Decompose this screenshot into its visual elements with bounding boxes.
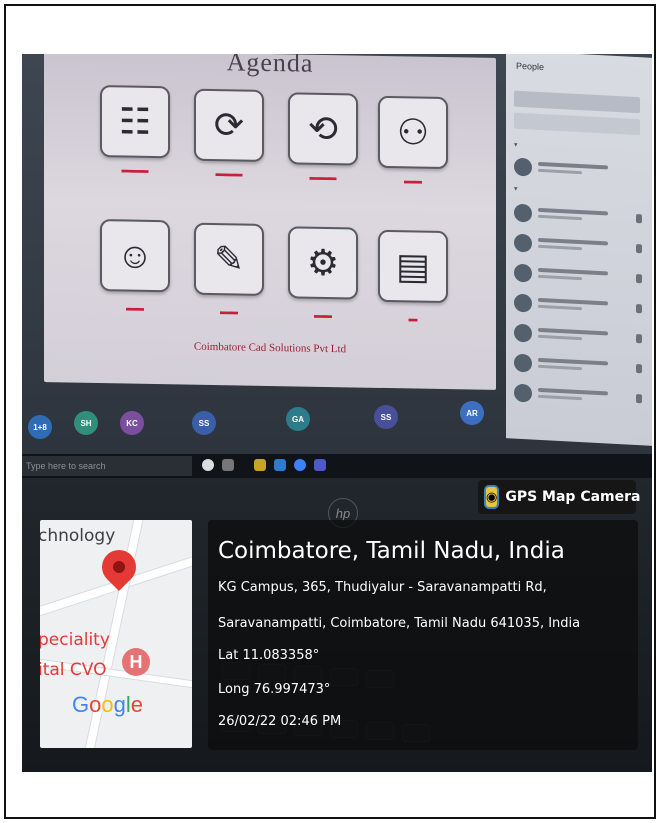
participant-avatar[interactable]: 1+8 [28,415,52,439]
laptop-screen: Agenda ☷ ⟳ ⟲ ⚇ ▬▬▬ ▬▬▬ ▬▬▬ ▬▬ ☺ ✎ ⚙ ▤ ▬▬… [22,54,652,474]
google-letter: o [101,692,114,717]
participant-row[interactable] [514,155,642,186]
folder-icon[interactable] [254,459,266,471]
latitude: Lat 11.083358° [218,648,320,663]
participant-avatar[interactable]: KC [120,411,144,435]
people-panel: People ▾ ▾ [506,54,652,446]
task-view-icon[interactable] [222,459,234,471]
case-study-icon: ▤ [378,229,448,304]
google-logo: Google [72,692,143,718]
google-letter: o [89,692,102,717]
planning-icon: ✎ [194,222,264,296]
participant-avatar[interactable]: SS [374,405,398,429]
google-letter: e [130,692,144,717]
longitude: Long 76.997473° [218,682,331,697]
team-icon: ⚇ [378,95,448,170]
presentation-slide: Agenda ☷ ⟳ ⟲ ⚇ ▬▬▬ ▬▬▬ ▬▬▬ ▬▬ ☺ ✎ ⚙ ▤ ▬▬… [44,54,496,390]
customer-icon: ☺ [100,219,170,293]
panel-section-label: ▾ [514,141,518,149]
map-thumbnail: chnology peciality ital CVO H Google [40,520,192,748]
store-icon[interactable] [274,459,286,471]
panel-title: People [516,60,545,73]
photo-frame: Agenda ☷ ⟳ ⟲ ⚇ ▬▬▬ ▬▬▬ ▬▬▬ ▬▬ ☺ ✎ ⚙ ▤ ▬▬… [4,4,656,819]
share-invite-button[interactable] [514,112,640,136]
presenter-icon: ☷ [100,85,170,159]
slide-footer: Coimbatore Cad Solutions Pvt Ltd [193,340,347,356]
map-label: ital CVO [40,660,107,680]
datetime: 26/02/22 02:46 PM [218,714,342,729]
gps-app-badge: ◉ GPS Map Camera [478,480,640,514]
gps-app-label: GPS Map Camera [505,489,641,505]
photo: Agenda ☷ ⟳ ⟲ ⚇ ▬▬▬ ▬▬▬ ▬▬▬ ▬▬ ☺ ✎ ⚙ ▤ ▬▬… [22,54,652,772]
slide-caption: ▬ [408,313,418,324]
browser-icon[interactable] [294,459,306,471]
teams-icon[interactable] [314,459,326,471]
slide-caption: ▬▬ [404,175,422,186]
gps-camera-icon: ◉ [484,485,500,509]
taskbar: Type here to search [22,454,652,478]
participant-row[interactable] [514,231,642,262]
participant-row[interactable] [514,261,642,292]
panel-search-box[interactable] [514,90,640,114]
participant-avatar[interactable]: AR [460,401,484,425]
user-cycle-icon: ⟲ [288,92,358,166]
slide-title: Agenda [226,54,314,78]
participant-row[interactable] [514,201,642,232]
address-line-1: KG Campus, 365, Thudiyalur - Saravanampa… [218,580,547,595]
location-info-box: Coimbatore, Tamil Nadu, India KG Campus,… [208,520,638,750]
panel-section-label: ▾ [514,185,518,193]
participant-avatar[interactable]: SS [192,411,216,435]
start-icon[interactable] [202,459,214,471]
google-letter: g [113,692,126,717]
google-letter: G [72,692,90,717]
participant-row[interactable] [514,321,642,352]
participant-bubbles: 1+8 SH KC SS GA SS AR [22,389,506,455]
map-label: chnology [40,526,116,546]
participant-avatar[interactable]: GA [286,407,310,431]
taskbar-search[interactable]: Type here to search [22,456,192,476]
participant-row[interactable] [514,291,642,322]
concept-icon: ⚙ [288,226,358,300]
location-title: Coimbatore, Tamil Nadu, India [218,538,565,564]
lifecycle-icon: ⟳ [194,88,264,162]
participant-row[interactable] [514,351,642,382]
address-line-2: Saravanampatti, Coimbatore, Tamil Nadu 6… [218,616,581,631]
participant-avatar[interactable]: SH [74,411,98,435]
map-label: peciality [40,630,110,650]
participant-row[interactable] [514,381,642,412]
hospital-icon: H [122,648,150,676]
